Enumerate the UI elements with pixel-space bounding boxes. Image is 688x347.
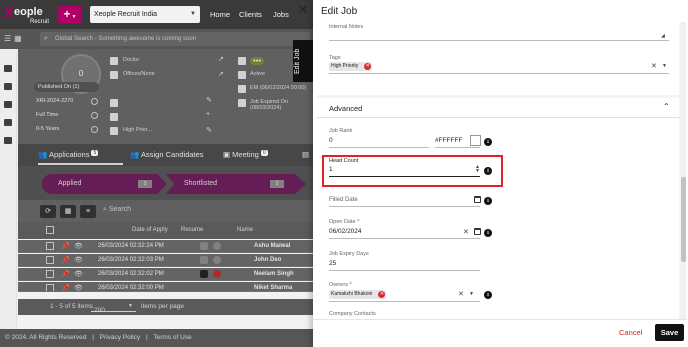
- tag-chip-label: High Priority: [331, 63, 359, 69]
- tags-label: Tags: [329, 55, 341, 61]
- tag-chip: High Priority ✕: [329, 62, 373, 71]
- remove-tag-icon[interactable]: ✕: [364, 63, 372, 70]
- head-count-highlight: [322, 155, 503, 187]
- advanced-header[interactable]: Advanced ⌃: [317, 98, 679, 118]
- remove-owner-icon[interactable]: ✕: [378, 291, 386, 298]
- clear-icon[interactable]: ✕: [651, 62, 657, 70]
- drawer-scrollbar[interactable]: [681, 22, 686, 319]
- info-icon[interactable]: i: [484, 138, 492, 146]
- info-icon[interactable]: i: [484, 291, 492, 299]
- expiry-input[interactable]: 25: [329, 260, 336, 267]
- drawer-footer: Cancel Save: [313, 319, 688, 347]
- job-rank-label: Job Rank: [329, 128, 353, 134]
- details-card: Internal Notes ◢ Tags High Priority ✕ ✕ …: [317, 22, 679, 95]
- cancel-button[interactable]: Cancel: [619, 328, 642, 337]
- scrollbar-thumb[interactable]: [681, 177, 686, 262]
- clear-icon[interactable]: ✕: [463, 228, 469, 236]
- tags-input-line[interactable]: [329, 73, 669, 74]
- calendar-icon[interactable]: [474, 228, 481, 235]
- calendar-icon[interactable]: [474, 196, 481, 203]
- edit-job-drawer: ✕ Edit Job Internal Notes ◢ Tags High Pr…: [298, 0, 688, 347]
- expiry-label: Job Expiry Days: [329, 251, 369, 257]
- chevron-down-icon[interactable]: ▼: [469, 291, 474, 297]
- internal-notes-label: Internal Notes: [329, 24, 364, 30]
- internal-notes-textarea[interactable]: [329, 40, 669, 41]
- chevron-down-icon[interactable]: ▼: [662, 63, 667, 69]
- company-contacts-label: Company Contacts: [329, 311, 376, 317]
- close-icon[interactable]: ✕: [295, 2, 311, 18]
- filled-date-input[interactable]: Filled Date: [329, 197, 358, 203]
- drawer-body: Internal Notes ◢ Tags High Priority ✕ ✕ …: [317, 22, 684, 319]
- filled-date-line: [329, 206, 480, 207]
- clear-icon[interactable]: ✕: [458, 290, 464, 298]
- open-date-line: [329, 238, 480, 239]
- color-value[interactable]: #FFFFFF: [435, 137, 462, 144]
- info-icon[interactable]: i: [484, 229, 492, 237]
- owner-chip-label: Kamakshi Bhakoni: [331, 291, 373, 297]
- open-date-label: Open Date *: [329, 219, 360, 225]
- owners-label: Owners *: [329, 282, 352, 288]
- job-rank-line: [329, 147, 429, 148]
- modal-backdrop[interactable]: [0, 0, 313, 347]
- color-swatch[interactable]: [470, 135, 481, 146]
- owners-line: [329, 301, 480, 302]
- owner-chip: Kamakshi Bhakoni ✕: [329, 290, 387, 299]
- edit-job-side-tab[interactable]: Edit Job: [293, 40, 313, 82]
- expiry-line: [329, 270, 480, 271]
- resize-handle-icon[interactable]: ◢: [661, 33, 665, 39]
- save-button[interactable]: Save: [655, 324, 684, 341]
- chevron-up-icon[interactable]: ⌃: [663, 102, 670, 111]
- job-rank-input[interactable]: 0: [329, 137, 333, 144]
- color-line: [435, 147, 480, 148]
- side-tab-label: Edit Job: [294, 48, 301, 74]
- info-icon[interactable]: i: [484, 197, 492, 205]
- open-date-input[interactable]: 06/02/2024: [329, 228, 362, 235]
- drawer-title: Edit Job: [321, 6, 358, 17]
- advanced-card: Advanced ⌃ Job Rank 0 #FFFFFF i Head Cou…: [317, 98, 679, 319]
- advanced-title: Advanced: [329, 104, 363, 113]
